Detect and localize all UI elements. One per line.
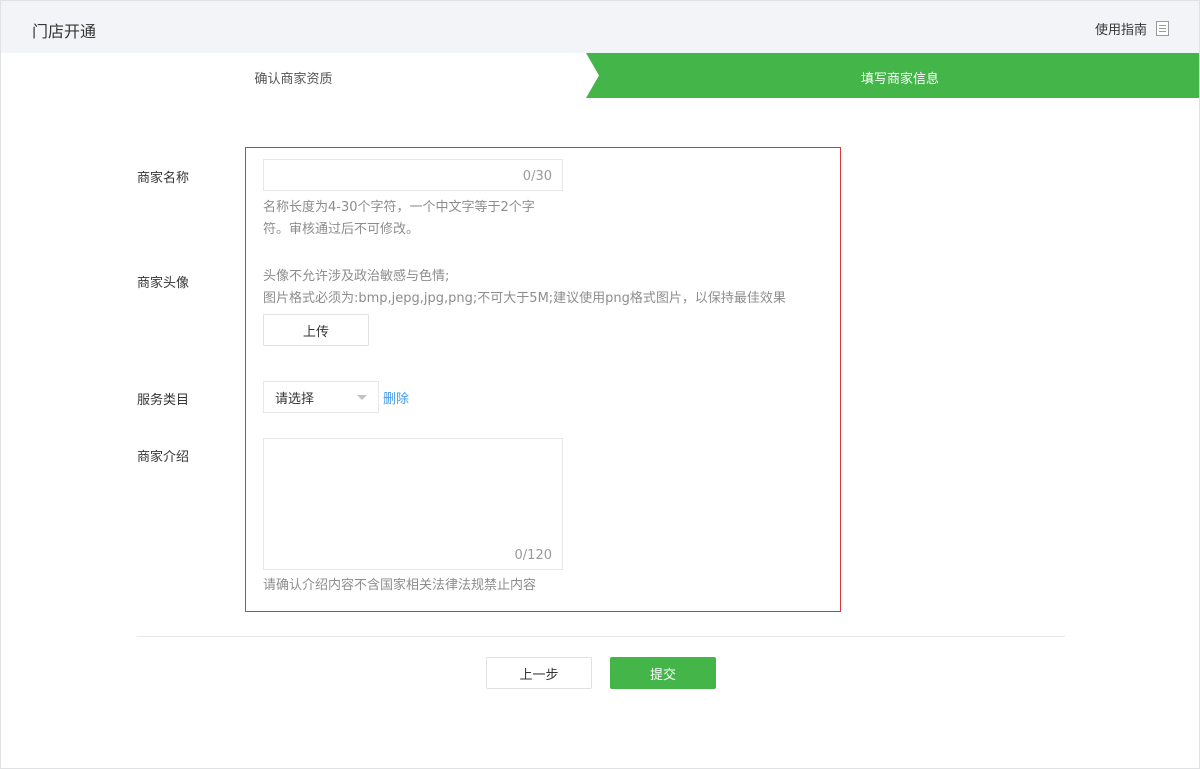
merchant-intro-counter: 0/120 (514, 548, 552, 563)
footer-divider (137, 636, 1065, 637)
step-fill-merchant-info: 填写商家信息 (860, 72, 939, 87)
merchant-avatar-label: 商家头像 (137, 276, 190, 291)
page-title: 门店开通 (32, 22, 97, 41)
merchant-name-label: 商家名称 (137, 171, 190, 186)
merchant-name-tip-2: 符。审核通过后不可修改。 (263, 222, 420, 237)
usage-guide-link[interactable]: 使用指南 (1095, 19, 1169, 38)
delete-category-link[interactable]: 删除 (383, 388, 409, 407)
merchant-intro-field[interactable]: 0/120 (263, 438, 563, 570)
previous-step-button[interactable]: 上一步 (486, 657, 592, 689)
avatar-tip-2: 图片格式必须为:bmp,jepg,jpg,png;不可大于5M;建议使用png格… (263, 291, 786, 306)
merchant-intro-label: 商家介绍 (137, 450, 190, 465)
usage-guide-label: 使用指南 (1094, 23, 1147, 38)
merchant-name-counter: 0/30 (522, 169, 552, 184)
top-bar: 门店开通 使用指南 (1, 1, 1199, 53)
document-icon (1156, 21, 1169, 36)
merchant-name-input[interactable] (264, 160, 562, 190)
step-confirm-qualification: 确认商家资质 (254, 72, 333, 87)
merchant-intro-tip: 请确认介绍内容不含国家相关法律法规禁止内容 (263, 578, 537, 593)
service-category-select[interactable]: 请选择 (263, 381, 379, 413)
upload-button[interactable]: 上传 (263, 314, 369, 346)
submit-button[interactable]: 提交 (610, 657, 716, 689)
merchant-name-field[interactable]: 0/30 (263, 159, 563, 191)
step-progress: 确认商家资质 填写商家信息 (1, 53, 1199, 98)
avatar-tip-1: 头像不允许涉及政治敏感与色情; (263, 269, 450, 284)
page-frame: 门店开通 使用指南 确认商家资质 填写商家信息 商家名称 0/30 名称长度为4… (0, 0, 1200, 769)
chevron-down-icon (357, 395, 367, 400)
service-category-value: 请选择 (275, 391, 315, 407)
merchant-name-tip-1: 名称长度为4-30个字符，一个中文字等于2个字 (263, 200, 535, 215)
service-category-label: 服务类目 (137, 393, 190, 408)
